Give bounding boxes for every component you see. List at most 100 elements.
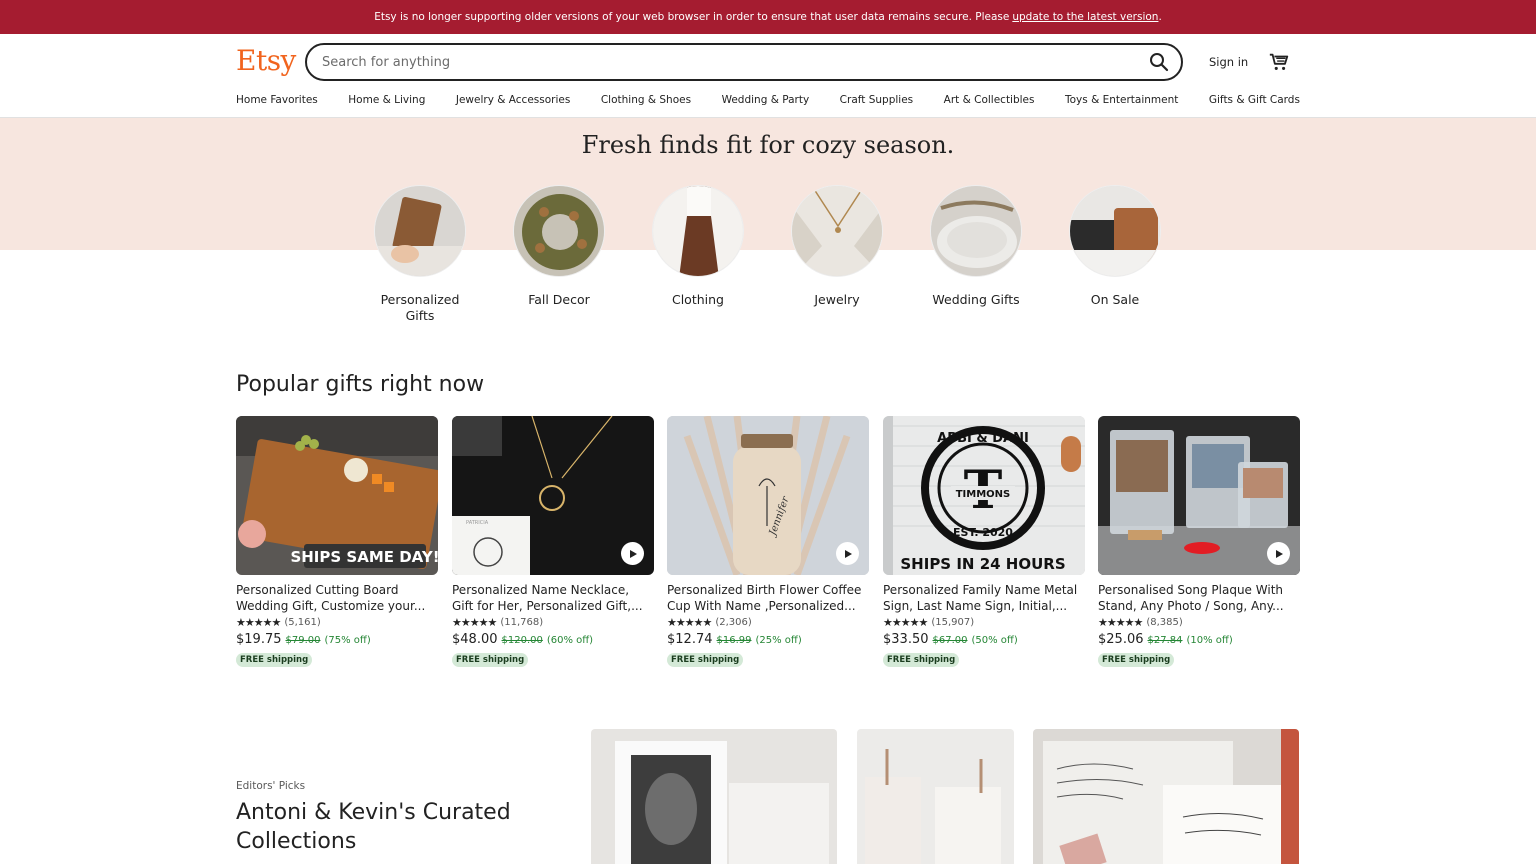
browser-warning-banner: Etsy is no longer supporting older versi… <box>0 0 1536 34</box>
free-shipping-badge: FREE shipping <box>883 653 960 667</box>
nav-art-collectibles[interactable]: Art & Collectibles <box>944 94 1035 106</box>
product-price: $48.00 $120.00 (60% off) <box>452 632 654 647</box>
category-label: Wedding Gifts <box>932 292 1020 307</box>
search-button[interactable] <box>1137 45 1181 79</box>
review-count: (8,385) <box>1146 617 1183 628</box>
nav-toys-entertainment[interactable]: Toys & Entertainment <box>1065 94 1178 106</box>
search-input[interactable] <box>307 45 1137 79</box>
product-price: $33.50 $67.00 (50% off) <box>883 632 1085 647</box>
discount: (50% off) <box>971 635 1018 646</box>
category-image <box>930 185 1022 277</box>
category-image <box>652 185 744 277</box>
product-card[interactable]: PATRICIA Personalized Name Necklace, Gif… <box>452 416 654 667</box>
discount: (75% off) <box>324 635 371 646</box>
search-icon <box>1150 53 1169 72</box>
product-title[interactable]: Personalized Family Name Metal Sign, Las… <box>883 582 1085 614</box>
editors-picks-title[interactable]: Antoni & Kevin's Curated Collections <box>236 798 556 856</box>
play-video-button[interactable] <box>621 542 644 565</box>
cart-icon[interactable] <box>1268 51 1290 73</box>
original-price: $16.99 <box>716 635 752 646</box>
sale-price: $33.50 <box>883 632 929 647</box>
editors-pick-image[interactable] <box>857 729 1014 864</box>
sale-price: $19.75 <box>236 632 282 647</box>
editors-pick-image[interactable] <box>1033 729 1299 864</box>
nav-clothing-shoes[interactable]: Clothing & Shoes <box>601 94 691 106</box>
review-count: (5,161) <box>284 617 321 628</box>
category-label: On Sale <box>1090 292 1140 307</box>
section-title-popular: Popular gifts right now <box>236 372 485 397</box>
category-image <box>374 185 466 277</box>
banner-message: Etsy is no longer supporting older versi… <box>374 11 1010 23</box>
original-price: $79.00 <box>285 635 321 646</box>
editors-pick-image[interactable] <box>591 729 837 864</box>
sale-price: $48.00 <box>452 632 498 647</box>
product-title[interactable]: Personalised Song Plaque With Stand, Any… <box>1098 582 1300 614</box>
product-title[interactable]: Personalized Name Necklace, Gift for Her… <box>452 582 654 614</box>
category-personalized-gifts[interactable]: Personalized Gifts <box>365 185 475 324</box>
sign-top-text: ABBI & DANI <box>937 431 1029 446</box>
category-wedding-gifts[interactable]: Wedding Gifts <box>921 185 1031 308</box>
category-image <box>791 185 883 277</box>
product-title[interactable]: Personalized Birth Flower Coffee Cup Wit… <box>667 582 869 614</box>
product-card[interactable]: SHIPS SAME DAY! Personalized Cutting Boa… <box>236 416 438 667</box>
product-image[interactable]: PATRICIA <box>452 416 654 575</box>
category-nav: Home Favorites Home & Living Jewelry & A… <box>236 94 1300 106</box>
product-price: $19.75 $79.00 (75% off) <box>236 632 438 647</box>
rating-stars: ★★★★★ <box>667 616 712 629</box>
product-rating: ★★★★★ (15,907) <box>883 616 1085 629</box>
category-jewelry[interactable]: Jewelry <box>782 185 892 308</box>
nav-wedding-party[interactable]: Wedding & Party <box>722 94 810 106</box>
free-shipping-badge: FREE shipping <box>667 653 744 667</box>
product-image[interactable]: ABBI & DANI T TIMMONS EST. 2020 SHIPS IN… <box>883 416 1085 575</box>
category-label: Clothing <box>671 292 724 307</box>
category-label: Fall Decor <box>528 292 590 307</box>
category-on-sale[interactable]: On Sale <box>1060 185 1170 308</box>
sign-in-link[interactable]: Sign in <box>1209 55 1248 69</box>
product-image[interactable]: SHIPS SAME DAY! <box>236 416 438 575</box>
hero-title: Fresh finds fit for cozy season. <box>581 131 955 159</box>
category-label: Personalized Gifts <box>380 292 460 323</box>
product-image[interactable] <box>1098 416 1300 575</box>
category-clothing[interactable]: Clothing <box>643 185 753 308</box>
discount: (60% off) <box>546 635 594 646</box>
category-fall-decor[interactable]: Fall Decor <box>504 185 614 308</box>
nav-home-living[interactable]: Home & Living <box>348 94 425 106</box>
category-label: Jewelry <box>814 292 860 307</box>
play-icon <box>1275 549 1283 558</box>
site-header: Etsy Sign in Home Favorites Home & Livin… <box>0 34 1536 118</box>
play-video-button[interactable] <box>1267 542 1290 565</box>
category-image <box>1069 185 1161 277</box>
product-rating: ★★★★★ (5,161) <box>236 616 438 629</box>
product-card[interactable]: ABBI & DANI T TIMMONS EST. 2020 SHIPS IN… <box>883 416 1085 667</box>
etsy-logo[interactable]: Etsy <box>236 44 296 77</box>
update-browser-link[interactable]: update to the latest version <box>1012 11 1158 23</box>
free-shipping-badge: FREE shipping <box>452 653 529 667</box>
product-rating: ★★★★★ (8,385) <box>1098 616 1300 629</box>
product-image[interactable]: Jennifer <box>667 416 869 575</box>
review-count: (15,907) <box>931 617 975 628</box>
product-card[interactable]: Personalised Song Plaque With Stand, Any… <box>1098 416 1300 667</box>
nav-home-favorites[interactable]: Home Favorites <box>236 94 318 106</box>
product-rating: ★★★★★ (11,768) <box>452 616 654 629</box>
play-icon <box>844 549 852 558</box>
search-bar <box>305 43 1183 81</box>
sign-name: TIMMONS <box>956 489 1011 500</box>
nav-gifts-gift-cards[interactable]: Gifts & Gift Cards <box>1209 94 1300 106</box>
product-rating: ★★★★★ (2,306) <box>667 616 869 629</box>
play-video-button[interactable] <box>836 542 859 565</box>
nav-craft-supplies[interactable]: Craft Supplies <box>840 94 913 106</box>
product-title[interactable]: Personalized Cutting Board Wedding Gift,… <box>236 582 438 614</box>
discount: (25% off) <box>755 635 802 646</box>
sign-est: EST. 2020 <box>953 526 1013 539</box>
product-overlay-text: SHIPS IN 24 HOURS <box>900 555 1065 573</box>
sale-price: $12.74 <box>667 632 713 647</box>
rating-stars: ★★★★★ <box>883 616 928 629</box>
free-shipping-badge: FREE shipping <box>1098 653 1175 667</box>
discount: (10% off) <box>1186 635 1233 646</box>
product-card[interactable]: Jennifer Personalized Birth Flower Coffe… <box>667 416 869 667</box>
free-shipping-badge: FREE shipping <box>236 653 313 667</box>
original-price: $120.00 <box>501 635 543 646</box>
product-overlay-text: PATRICIA <box>466 520 489 526</box>
nav-jewelry-accessories[interactable]: Jewelry & Accessories <box>456 94 570 106</box>
rating-stars: ★★★★★ <box>1098 616 1143 629</box>
